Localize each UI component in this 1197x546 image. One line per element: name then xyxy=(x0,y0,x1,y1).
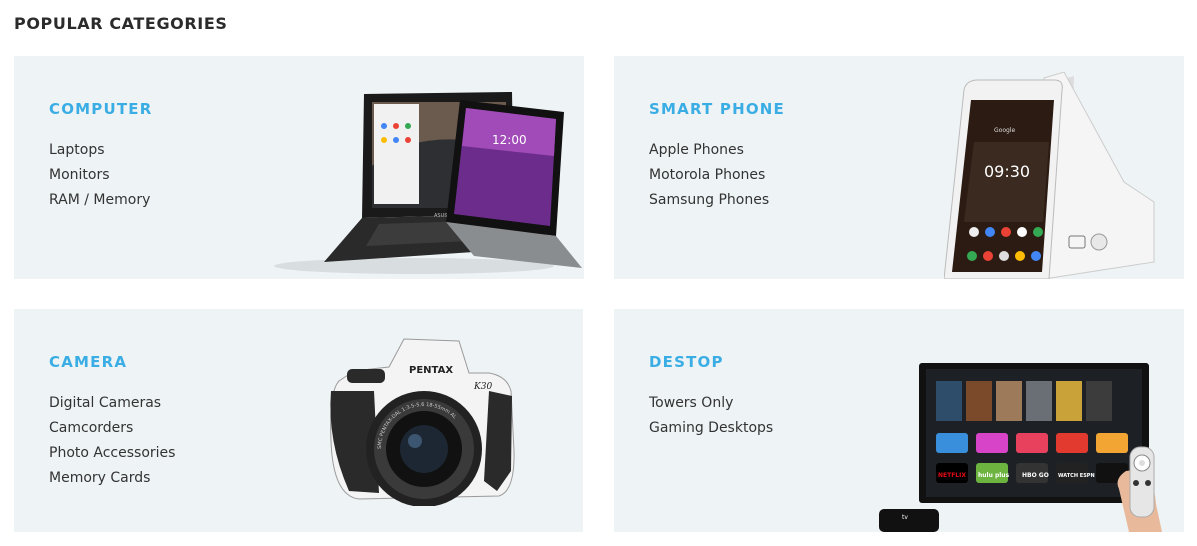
category-links-smart-phone: Apple Phones Motorola Phones Samsung Pho… xyxy=(649,138,769,213)
camera-brand-text: PENTAX xyxy=(409,365,453,376)
category-card-computer: COMPUTER Laptops Monitors RAM / Memory A… xyxy=(14,56,584,279)
category-link[interactable]: Samsung Phones xyxy=(649,188,769,213)
category-card-destop: DESTOP Towers Only Gaming Desktops NETFL… xyxy=(614,309,1184,532)
category-link[interactable]: Photo Accessories xyxy=(49,441,175,466)
section-title: POPULAR CATEGORIES xyxy=(14,14,228,33)
dslr-camera-image[interactable]: PENTAX K30 SMC PENTAX-DAL 1:3.5-5.6 18-5… xyxy=(319,331,519,506)
category-link[interactable]: Camcorders xyxy=(49,416,175,441)
category-title-destop[interactable]: DESTOP xyxy=(649,353,724,371)
category-title-computer[interactable]: COMPUTER xyxy=(49,100,153,118)
category-links-destop: Towers Only Gaming Desktops xyxy=(649,391,773,441)
category-title-smart-phone[interactable]: SMART PHONE xyxy=(649,100,785,118)
category-link[interactable]: Gaming Desktops xyxy=(649,416,773,441)
category-link[interactable]: Digital Cameras xyxy=(49,391,175,416)
tv-app-netflix-text: NETFLIX xyxy=(938,472,966,479)
camera-model-text: K30 xyxy=(473,382,492,392)
phone-google-text: Google xyxy=(994,127,1015,134)
category-link[interactable]: Motorola Phones xyxy=(649,163,769,188)
category-links-camera: Digital Cameras Camcorders Photo Accesso… xyxy=(49,391,175,491)
tablet-clock-text: 12:00 xyxy=(492,133,527,147)
category-link[interactable]: Apple Phones xyxy=(649,138,769,163)
category-link[interactable]: RAM / Memory xyxy=(49,188,150,213)
tv-box-label-text: tv xyxy=(902,514,908,521)
category-card-camera: CAMERA Digital Cameras Camcorders Photo … xyxy=(14,309,583,532)
phone-clock-text: 09:30 xyxy=(984,162,1030,181)
laptop-tablet-image[interactable]: ASUS 12:00 xyxy=(264,86,584,276)
category-links-computer: Laptops Monitors RAM / Memory xyxy=(49,138,150,213)
category-card-smart-phone: SMART PHONE Apple Phones Motorola Phones… xyxy=(614,56,1184,279)
category-link[interactable]: Monitors xyxy=(49,163,150,188)
tv-app-hulu-text: hulu plus xyxy=(978,472,1010,479)
smartphone-image[interactable]: Google 09:30 xyxy=(944,72,1174,279)
category-title-camera[interactable]: CAMERA xyxy=(49,353,127,371)
tv-remote-image[interactable]: NETFLIX hulu plus HBO GO WATCH ESPN tv xyxy=(874,359,1174,532)
category-link[interactable]: Memory Cards xyxy=(49,466,175,491)
category-link[interactable]: Towers Only xyxy=(649,391,773,416)
laptop-brand-text: ASUS xyxy=(434,213,447,219)
tv-app-hbo-text: HBO GO xyxy=(1022,472,1049,479)
tv-app-espn-text: WATCH ESPN xyxy=(1058,473,1095,479)
category-link[interactable]: Laptops xyxy=(49,138,150,163)
